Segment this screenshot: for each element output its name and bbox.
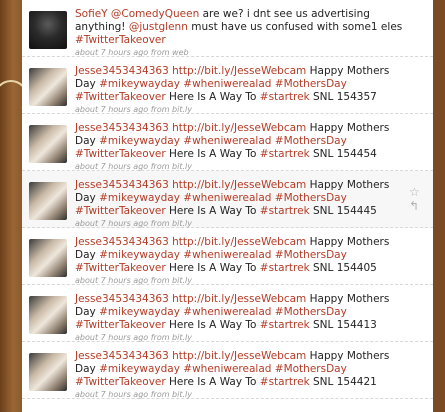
hashtag-link[interactable]: #mikeywayday	[99, 135, 180, 147]
avatar[interactable]	[29, 68, 67, 106]
avatar[interactable]	[29, 125, 67, 163]
tweet-text: Here Is A Way To	[165, 148, 260, 160]
hashtag-link[interactable]: #MothersDay	[275, 363, 347, 375]
avatar[interactable]	[29, 182, 67, 220]
hashtag-link[interactable]: #MothersDay	[275, 192, 347, 204]
url-link[interactable]: http://bit.ly/JesseWebcam	[172, 350, 306, 362]
tweet-text: Here Is A Way To	[165, 91, 260, 103]
tweet-item: Jesse3453434363 http://bit.ly/JesseWebca…	[22, 228, 433, 285]
tweet-item: Jesse3453434363 http://bit.ly/JesseWebca…	[22, 114, 433, 171]
hashtag-link[interactable]: #mikeywayday	[99, 78, 180, 90]
tweet-text: SNL 154421	[309, 376, 377, 388]
hashtag-link[interactable]: #MothersDay	[275, 249, 347, 261]
hashtag-link[interactable]: #wheniwerealad	[183, 249, 271, 261]
tweet-body: Jesse3453434363 http://bit.ly/JesseWebca…	[75, 236, 410, 286]
hashtag-link[interactable]: #MothersDay	[275, 78, 347, 90]
tweet-item: Jesse3453434363 http://bit.ly/JesseWebca…	[22, 285, 433, 342]
url-link[interactable]: http://bit.ly/JesseWebcam	[172, 179, 306, 191]
avatar[interactable]	[29, 11, 67, 49]
hashtag-link[interactable]: #TwitterTakeover	[75, 205, 166, 217]
tweet-body: Jesse3453434363 http://bit.ly/JesseWebca…	[75, 65, 410, 115]
hashtag-link[interactable]: #mikeywayday	[99, 249, 180, 261]
hashtag-link[interactable]: #TwitterTakeover	[75, 376, 166, 388]
tweet-item: Jesse3453434363 http://bit.ly/JesseWebca…	[22, 342, 433, 399]
hashtag-link[interactable]: #wheniwerealad	[183, 363, 271, 375]
avatar[interactable]	[29, 239, 67, 277]
tweet-actions: ☆ ↰	[409, 185, 423, 213]
screen-name[interactable]: Jesse3453434363	[75, 236, 169, 248]
tweet-body: Jesse3453434363 http://bit.ly/JesseWebca…	[75, 350, 410, 400]
tweet-text: Here Is A Way To	[165, 262, 260, 274]
screen-name[interactable]: Jesse3453434363	[75, 293, 169, 305]
tweet-text: SNL 154445	[309, 205, 377, 217]
mention-link[interactable]: @justglenn	[129, 21, 188, 33]
hashtag-link[interactable]: #wheniwerealad	[183, 306, 271, 318]
hashtag-link[interactable]: #startrek	[260, 376, 310, 388]
screen-name[interactable]: Jesse3453434363	[75, 179, 169, 191]
tweet-body: SofieY @ComedyQueen are we? i dnt see us…	[75, 8, 410, 58]
tweet-text: Here Is A Way To	[165, 319, 260, 331]
timeline: SofieY @ComedyQueen are we? i dnt see us…	[22, 0, 433, 412]
hashtag-link[interactable]: #MothersDay	[275, 306, 347, 318]
hashtag-link[interactable]: #TwitterTakeover	[75, 148, 166, 160]
url-link[interactable]: http://bit.ly/JesseWebcam	[172, 122, 306, 134]
screen-name[interactable]: SofieY	[75, 8, 108, 20]
tweet-item: SofieY @ComedyQueen are we? i dnt see us…	[22, 0, 433, 57]
avatar[interactable]	[29, 296, 67, 334]
tweet-text: SNL 154454	[309, 148, 377, 160]
hashtag-link[interactable]: #startrek	[260, 319, 310, 331]
url-link[interactable]: http://bit.ly/JesseWebcam	[172, 293, 306, 305]
tweet-text: SNL 154357	[309, 91, 377, 103]
url-link[interactable]: http://bit.ly/JesseWebcam	[172, 236, 306, 248]
hashtag-link[interactable]: #wheniwerealad	[183, 192, 271, 204]
hashtag-link[interactable]: #mikeywayday	[99, 306, 180, 318]
favorite-star-icon[interactable]: ☆	[409, 185, 423, 199]
hashtag-link[interactable]: #TwitterTakeover	[75, 319, 166, 331]
hashtag-link[interactable]: #TwitterTakeover	[75, 262, 166, 274]
tweet-text: Here Is A Way To	[165, 376, 260, 388]
hashtag-link[interactable]: #startrek	[260, 205, 310, 217]
reply-arrow-icon[interactable]: ↰	[409, 199, 423, 213]
tweet-text: SNL 154405	[309, 262, 377, 274]
hashtag-link[interactable]: #startrek	[260, 148, 310, 160]
mention-link[interactable]: @ComedyQueen	[111, 8, 199, 20]
hashtag-link[interactable]: #MothersDay	[275, 135, 347, 147]
tweet-item: Jesse3453434363 http://bit.ly/JesseWebca…	[22, 57, 433, 114]
hashtag-link[interactable]: #wheniwerealad	[183, 135, 271, 147]
hashtag-link[interactable]: #TwitterTakeover	[75, 91, 166, 103]
hashtag-link[interactable]: #mikeywayday	[99, 363, 180, 375]
tweet-body: Jesse3453434363 http://bit.ly/JesseWebca…	[75, 179, 410, 229]
hashtag-link[interactable]: #mikeywayday	[99, 192, 180, 204]
tweet-text: must have us confused with some1 eles	[187, 21, 403, 33]
screen-name[interactable]: Jesse3453434363	[75, 65, 169, 77]
tweet-body: Jesse3453434363 http://bit.ly/JesseWebca…	[75, 293, 410, 343]
tweet-text: Here Is A Way To	[165, 205, 260, 217]
avatar[interactable]	[29, 353, 67, 391]
screen-name[interactable]: Jesse3453434363	[75, 350, 169, 362]
hashtag-link[interactable]: #wheniwerealad	[183, 78, 271, 90]
page-background-right	[433, 0, 445, 412]
hashtag-link[interactable]: #TwitterTakeover	[75, 34, 166, 46]
tweet-item: Jesse3453434363 http://bit.ly/JesseWebca…	[22, 171, 433, 228]
tweet-text: SNL 154413	[309, 319, 377, 331]
page-background-left	[0, 0, 28, 412]
tweet-body: Jesse3453434363 http://bit.ly/JesseWebca…	[75, 122, 410, 172]
hashtag-link[interactable]: #startrek	[260, 262, 310, 274]
screen-name[interactable]: Jesse3453434363	[75, 122, 169, 134]
url-link[interactable]: http://bit.ly/JesseWebcam	[172, 65, 306, 77]
hashtag-link[interactable]: #startrek	[260, 91, 310, 103]
tweet-meta: about 7 hours ago from bit.ly	[75, 390, 192, 399]
